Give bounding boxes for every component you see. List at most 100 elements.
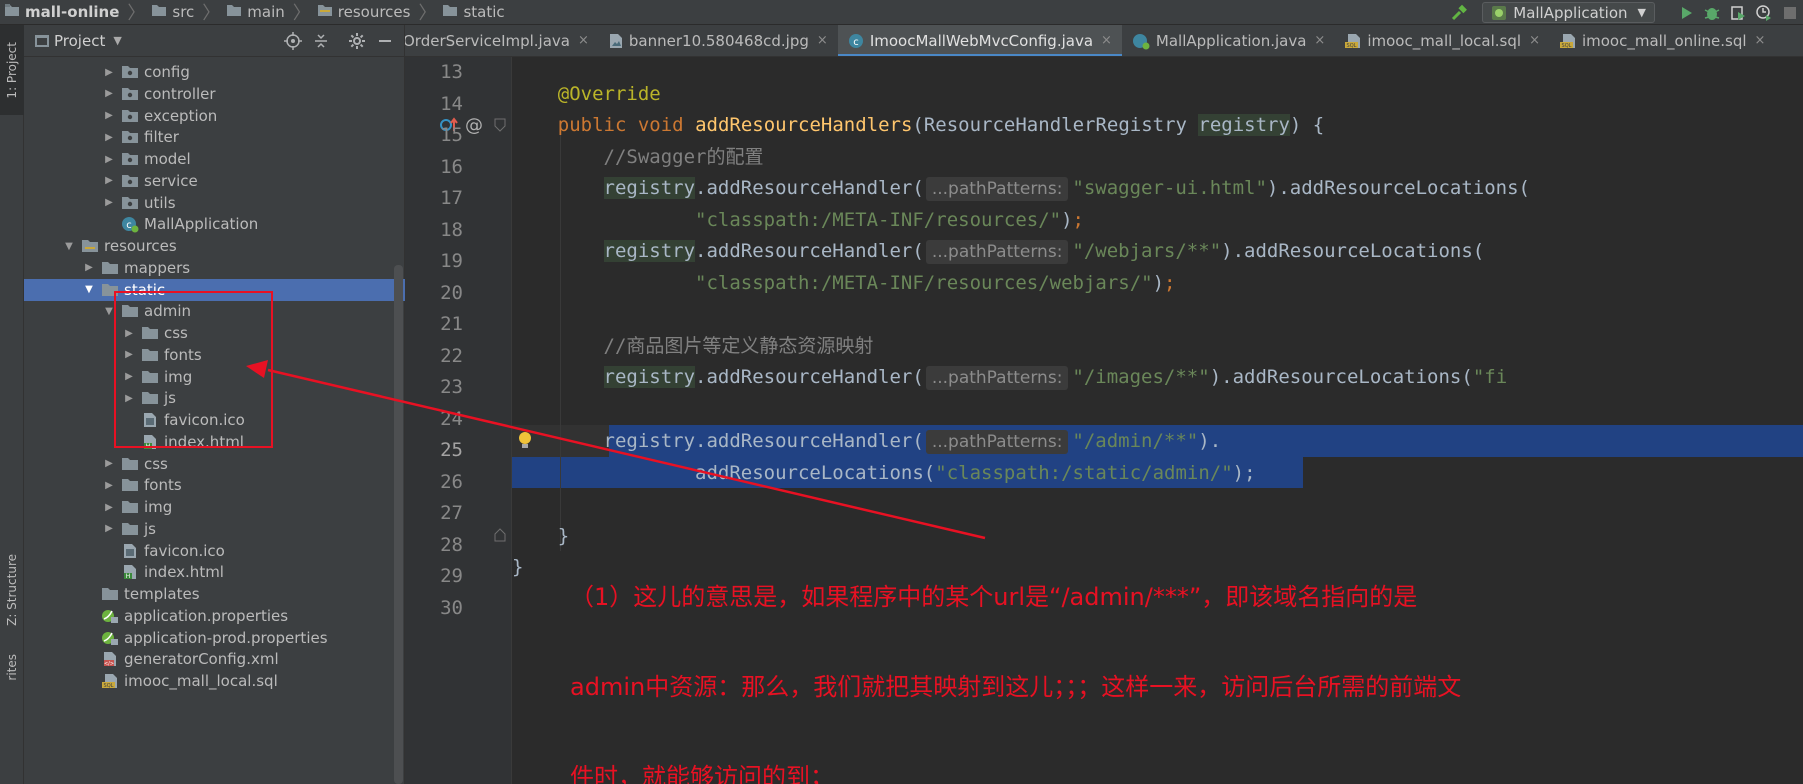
breadcrumb-main[interactable]: main — [222, 0, 290, 25]
run-icon[interactable] — [1673, 0, 1699, 25]
profiler-icon[interactable] — [1751, 0, 1777, 25]
svg-text:H: H — [126, 573, 131, 580]
folder-icon — [442, 3, 458, 21]
tree-item[interactable]: ▶ mappers — [24, 257, 405, 279]
editor-tab[interactable]: OrderServiceImpl.java × — [405, 25, 599, 56]
tree-item[interactable]: ▶ js — [24, 518, 405, 540]
run-configuration-select[interactable]: MallApplication ▼ — [1482, 2, 1655, 23]
collapse-arrow-icon[interactable]: ▶ — [102, 480, 116, 491]
close-icon[interactable]: × — [578, 33, 589, 48]
hide-panel-icon[interactable] — [371, 25, 399, 57]
tree-item-label: img — [144, 498, 173, 516]
editor-tab[interactable]: SQL imooc_mall_online.sql × — [1550, 25, 1775, 56]
fold-marker-icon[interactable] — [493, 527, 507, 543]
spring-class-icon — [1132, 32, 1150, 50]
code-line-14: @Override — [557, 83, 661, 105]
chevron-down-icon[interactable]: ▼ — [113, 34, 121, 47]
line-number: 16 — [440, 155, 463, 178]
code-line-18: "classpath:/META-INF/resources/"); — [695, 209, 1084, 231]
editor-tab[interactable]: banner10.580468cd.jpg × — [599, 25, 838, 56]
collapse-arrow-icon[interactable]: ▶ — [102, 458, 116, 469]
editor-tab[interactable]: MallApplication.java × — [1122, 25, 1335, 56]
collapse-arrow-icon[interactable]: ▶ — [102, 132, 116, 143]
tree-item[interactable]: ▶ exception — [24, 105, 405, 127]
editor-tab[interactable]: SQL imooc_mall_local.sql × — [1335, 25, 1550, 56]
collapse-arrow-icon[interactable]: ▶ — [82, 262, 96, 273]
tree-item[interactable]: application.properties — [24, 605, 405, 627]
debug-icon[interactable] — [1699, 0, 1725, 25]
line-number: 23 — [440, 376, 463, 398]
tree-item[interactable]: ▶ service — [24, 170, 405, 192]
collapse-arrow-icon[interactable]: ▶ — [102, 154, 116, 165]
line-number: 30 — [440, 596, 463, 619]
breadcrumb-separator-icon: 〉 — [202, 3, 221, 24]
close-icon[interactable]: × — [1101, 33, 1112, 48]
breadcrumb-project[interactable]: mall-online — [0, 0, 125, 25]
annotation-note: （1）这儿的意思是，如果程序中的某个url是“/admin/***”，即该域名指… — [570, 583, 1462, 784]
coverage-icon[interactable] — [1725, 0, 1751, 25]
tree-item[interactable]: Hindex.html — [24, 561, 405, 583]
tree-item[interactable]: ▶ css — [24, 453, 405, 475]
tree-item[interactable]: ▶ config — [24, 61, 405, 83]
tree-item[interactable]: ▶ filter — [24, 126, 405, 148]
collapse-arrow-icon[interactable]: ▶ — [102, 67, 116, 78]
tree-item[interactable]: ▼ resources — [24, 235, 405, 257]
tree-item-label: MallApplication — [144, 215, 259, 234]
tree-item-label: imooc_mall_local.sql — [124, 672, 278, 690]
collapse-arrow-icon[interactable]: ▶ — [102, 175, 116, 186]
tree-item[interactable]: application-prod.properties — [24, 627, 405, 649]
breadcrumb-static[interactable]: static — [438, 0, 510, 25]
tree-item-label: generatorConfig.xml — [124, 650, 279, 669]
fold-marker-icon[interactable] — [493, 117, 507, 133]
tree-item[interactable]: ▶ controller — [24, 83, 405, 105]
tree-item[interactable]: ▶ fonts — [24, 474, 405, 496]
tree-item[interactable]: </> generatorConfig.xml — [24, 648, 405, 670]
expand-arrow-icon[interactable]: ▼ — [82, 284, 96, 295]
close-icon[interactable]: × — [1755, 33, 1766, 48]
project-tool-tab[interactable]: 1: Project — [0, 25, 24, 115]
tree-item-label: application.properties — [124, 606, 289, 625]
tree-item[interactable]: templates — [24, 583, 405, 605]
locate-icon[interactable] — [279, 25, 307, 57]
collapse-all-icon[interactable] — [307, 25, 335, 57]
class-icon: c — [848, 33, 864, 49]
close-icon[interactable]: × — [817, 33, 828, 48]
line-number: 13 — [440, 61, 463, 83]
tree-item[interactable]: c MallApplication — [24, 213, 405, 235]
build-hammer-icon[interactable] — [1446, 0, 1472, 25]
tree-item[interactable]: SQL imooc_mall_local.sql — [24, 670, 405, 692]
tree-item[interactable]: favicon.ico — [24, 540, 405, 562]
package-icon — [120, 173, 140, 189]
gear-icon[interactable] — [343, 25, 371, 57]
project-view-selector[interactable]: Project — [54, 32, 105, 50]
editor-gutter: @ 13 14 15 16 17 18 19 20 21 22 23 24 25 26 27 28 29 30 — [405, 57, 512, 784]
expand-arrow-icon[interactable]: ▼ — [62, 241, 76, 252]
file-icon — [120, 543, 140, 559]
project-tree-scrollbar[interactable] — [394, 265, 403, 784]
breadcrumb-resources[interactable]: resources — [313, 0, 417, 25]
code-line-22: //商品图片等定义静态资源映射 — [603, 335, 874, 357]
chevron-down-icon: ▼ — [1637, 6, 1646, 19]
line-number: 27 — [440, 502, 463, 524]
structure-tool-tab[interactable]: Z: Structure — [0, 545, 24, 635]
collapse-arrow-icon[interactable]: ▶ — [102, 110, 116, 121]
spring-properties-icon — [100, 608, 120, 624]
breadcrumb-src[interactable]: src — [147, 0, 200, 25]
collapse-arrow-icon[interactable]: ▶ — [102, 88, 116, 99]
close-icon[interactable]: × — [1314, 33, 1325, 48]
tree-item[interactable]: ▶ img — [24, 496, 405, 518]
line-number: 28 — [440, 533, 463, 556]
close-icon[interactable]: × — [1529, 33, 1540, 48]
tree-item[interactable]: ▶ model — [24, 148, 405, 170]
collapse-arrow-icon[interactable]: ▶ — [102, 197, 116, 208]
collapse-arrow-icon[interactable]: ▶ — [102, 523, 116, 534]
editor-tab-label: OrderServiceImpl.java — [405, 31, 570, 50]
tree-item-label: favicon.ico — [144, 541, 225, 560]
editor-tab[interactable]: c ImoocMallWebMvcConfig.java × — [837, 25, 1123, 56]
stop-icon[interactable] — [1777, 0, 1803, 25]
favorites-tool-tab[interactable]: rites — [0, 650, 24, 684]
collapse-arrow-icon[interactable]: ▶ — [102, 502, 116, 513]
tree-item[interactable]: ▶ utils — [24, 192, 405, 214]
tree-item-label: fonts — [144, 476, 182, 495]
folder-icon — [100, 260, 120, 276]
